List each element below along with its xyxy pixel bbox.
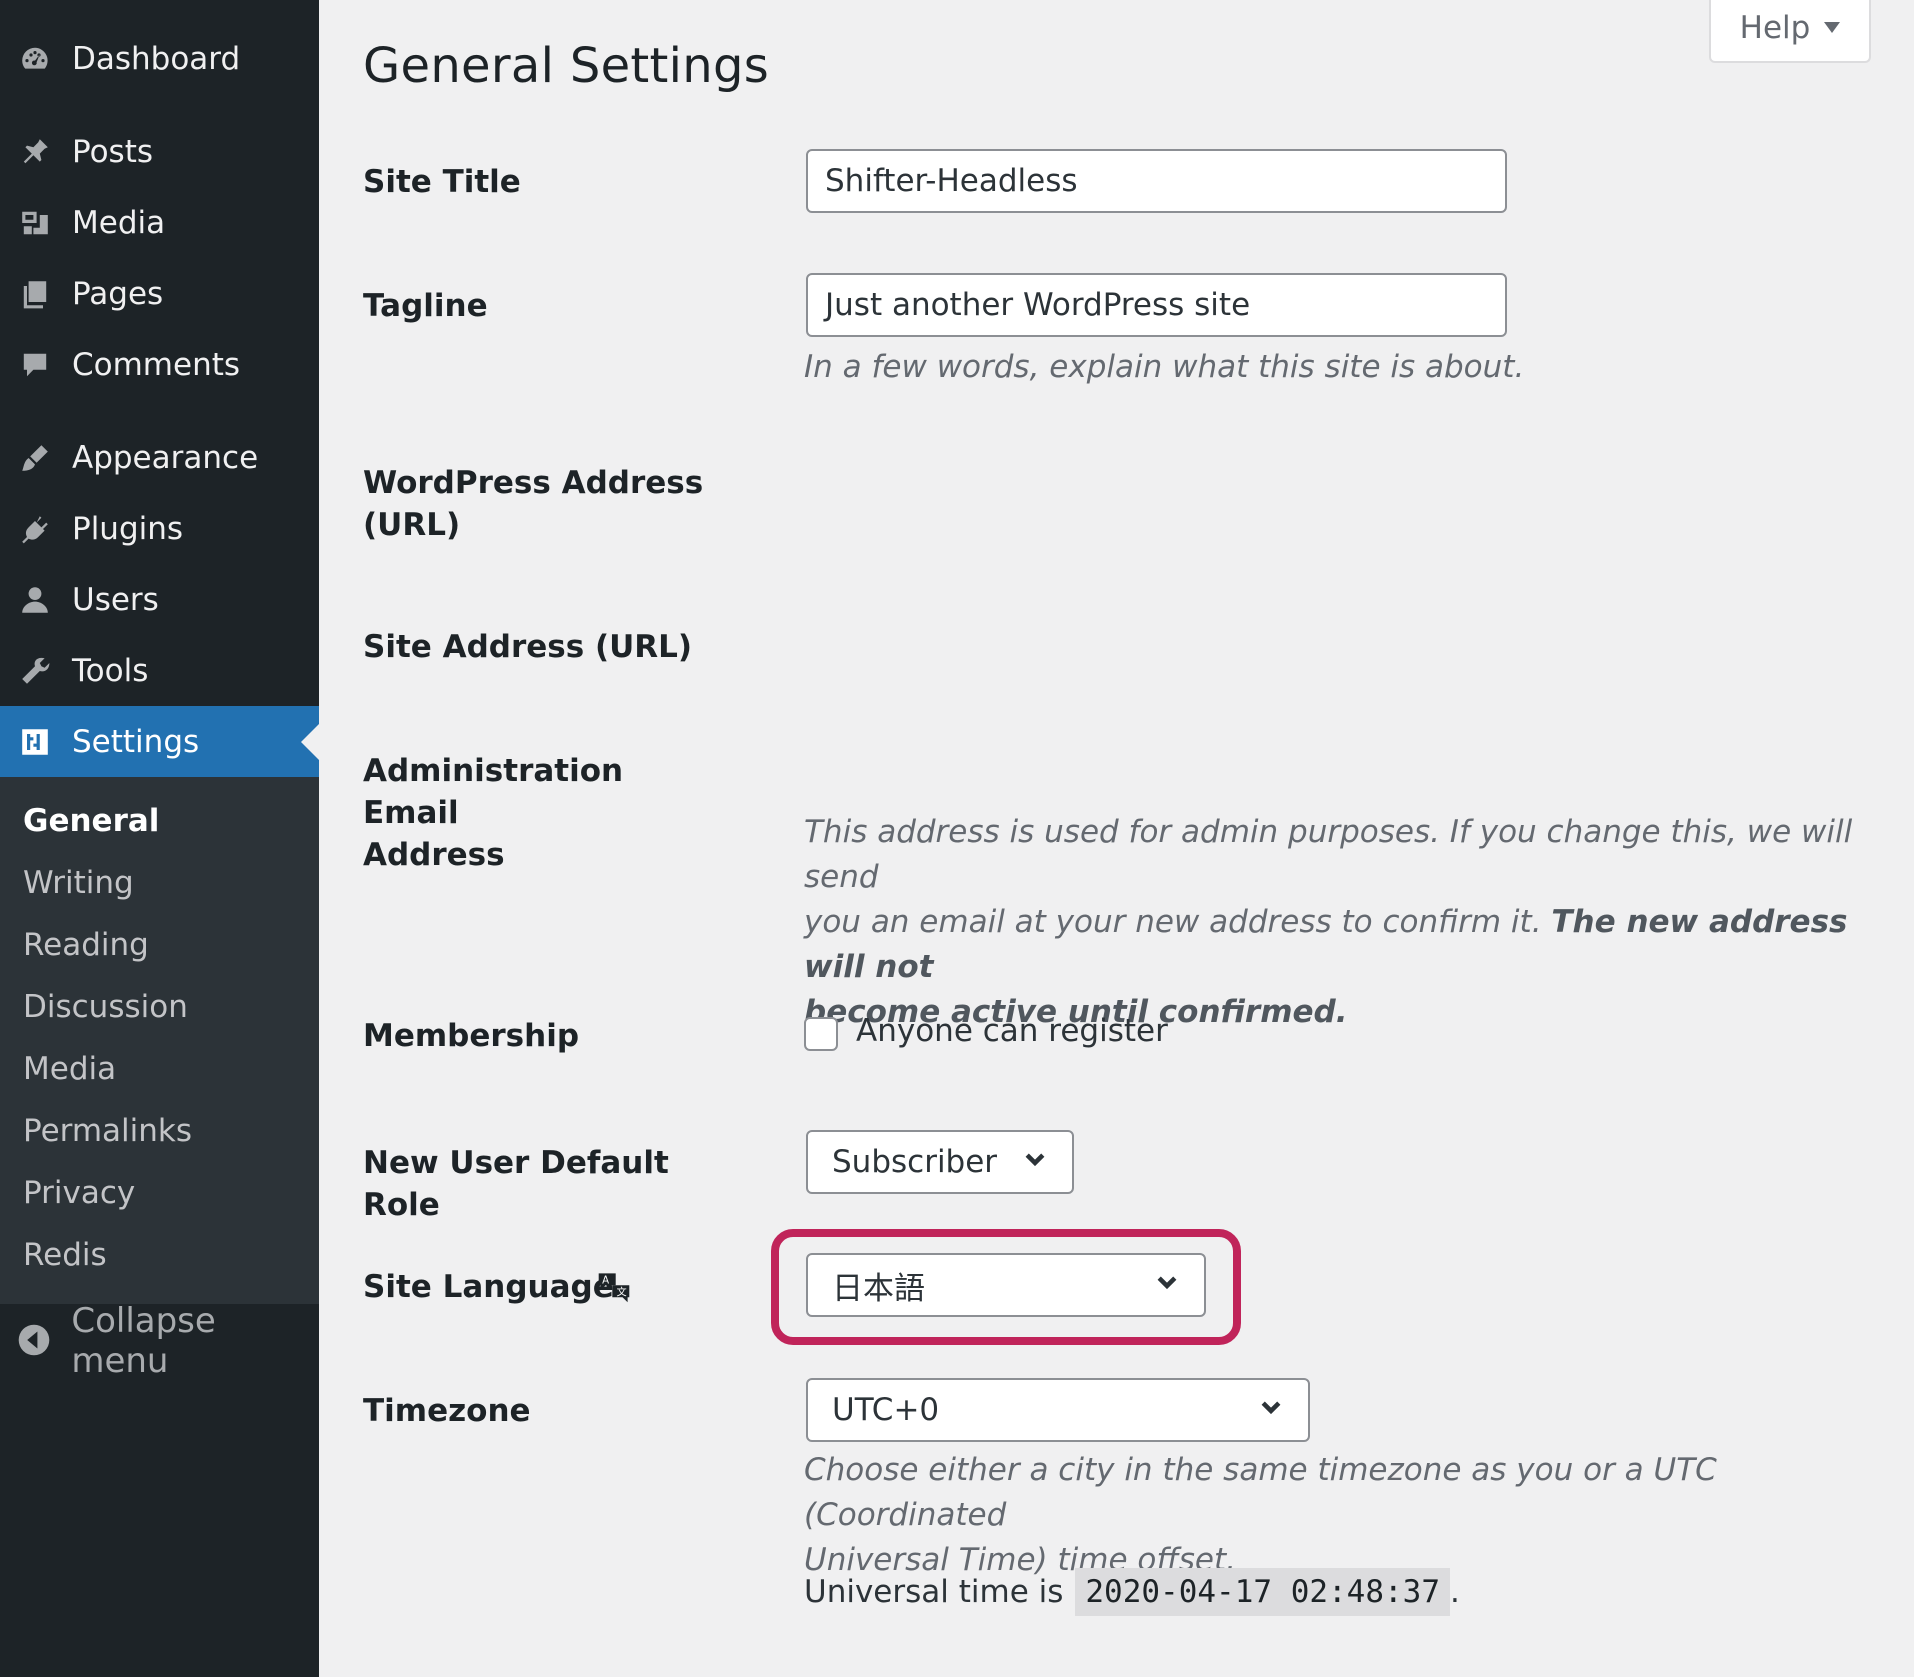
plugin-icon	[17, 511, 53, 547]
admin-email-description: This address is used for admin purposes.…	[804, 810, 1874, 1035]
sidebar-item-label: Pages	[72, 275, 164, 312]
timezone-description-line1: Choose either a city in the same timezon…	[804, 1452, 1717, 1533]
sidebar-item-label: Media	[72, 204, 166, 241]
anyone-can-register-label[interactable]: Anyone can register	[856, 1013, 1168, 1049]
admin-email-description-line1: This address is used for admin purposes.…	[804, 814, 1853, 895]
sidebar-item-label: Comments	[72, 346, 241, 383]
site-language-value: 日本語	[832, 1270, 925, 1307]
translation-icon: A文	[597, 1270, 633, 1306]
site-language-label: Site Language	[363, 1269, 614, 1305]
submenu-item-discussion[interactable]: Discussion	[23, 989, 188, 1025]
page-title: General Settings	[363, 38, 770, 94]
submenu-item-redis[interactable]: Redis	[23, 1237, 107, 1273]
admin-email-label-line1: Administration Email	[363, 753, 624, 831]
anyone-can-register-checkbox[interactable]	[804, 1017, 838, 1051]
tagline-label: Tagline	[363, 288, 488, 324]
default-role-select[interactable]: Subscriber	[806, 1130, 1074, 1194]
collapse-menu-button[interactable]: Collapse menu	[0, 1301, 319, 1381]
tagline-input[interactable]: Just another WordPress site	[806, 273, 1507, 337]
sidebar-item-label: Dashboard	[72, 40, 241, 77]
sidebar-item-users[interactable]: Users	[0, 564, 319, 635]
sidebar-item-comments[interactable]: Comments	[0, 329, 319, 400]
admin-email-label-line2: Address	[363, 837, 505, 873]
sidebar-item-appearance[interactable]: Appearance	[0, 422, 319, 493]
sidebar-item-dashboard[interactable]: Dashboard	[0, 23, 319, 94]
timezone-label: Timezone	[363, 1393, 531, 1429]
wordpress-address-label-line1: WordPress Address	[363, 465, 704, 501]
pages-icon	[17, 276, 53, 312]
membership-label: Membership	[363, 1018, 580, 1054]
sidebar-item-label: Users	[72, 581, 159, 618]
collapse-arrow-icon	[17, 1323, 52, 1359]
sidebar-item-label: Settings	[72, 723, 200, 760]
admin-email-description-line2a: you an email at your new address to conf…	[804, 904, 1552, 940]
media-icon	[17, 205, 53, 241]
collapse-menu-label: Collapse menu	[71, 1301, 216, 1381]
wordpress-address-label-line2: (URL)	[363, 507, 461, 543]
svg-text:A: A	[602, 1276, 609, 1287]
timezone-select[interactable]: UTC+0	[806, 1378, 1310, 1442]
universal-time-suffix: .	[1450, 1574, 1460, 1610]
user-icon	[17, 582, 53, 618]
tagline-description: In a few words, explain what this site i…	[804, 349, 1525, 385]
chevron-down-icon	[1022, 1144, 1048, 1180]
site-language-select[interactable]: 日本語	[806, 1253, 1206, 1317]
timezone-value: UTC+0	[832, 1392, 940, 1428]
dashboard-icon	[17, 41, 53, 77]
sidebar-item-label: Posts	[72, 133, 154, 170]
help-label: Help	[1739, 9, 1811, 46]
timezone-description: Choose either a city in the same timezon…	[804, 1448, 1874, 1583]
universal-time-value: 2020-04-17 02:48:37	[1075, 1568, 1450, 1616]
help-button[interactable]: Help	[1709, 0, 1871, 63]
default-role-value: Subscriber	[832, 1144, 998, 1180]
sidebar-item-plugins[interactable]: Plugins	[0, 493, 319, 564]
submenu-item-privacy[interactable]: Privacy	[23, 1175, 135, 1211]
admin-email-label: Administration Email Address	[363, 750, 723, 876]
comment-icon	[17, 347, 53, 383]
site-address-label: Site Address (URL)	[363, 629, 693, 665]
wordpress-address-label: WordPress Address (URL)	[363, 462, 723, 546]
pin-icon	[17, 134, 53, 170]
sidebar-item-label: Plugins	[72, 510, 184, 547]
brush-icon	[17, 440, 53, 476]
submenu-item-media[interactable]: Media	[23, 1051, 116, 1087]
sidebar-item-label: Tools	[72, 652, 149, 689]
sidebar-item-tools[interactable]: Tools	[0, 635, 319, 706]
site-title-label: Site Title	[363, 164, 521, 200]
chevron-down-icon	[1154, 1267, 1180, 1303]
caret-down-icon	[1824, 22, 1841, 33]
submenu-item-writing[interactable]: Writing	[23, 865, 134, 901]
site-title-input[interactable]: Shifter-Headless	[806, 149, 1507, 213]
submenu-item-reading[interactable]: Reading	[23, 927, 149, 963]
current-indicator-arrow	[301, 724, 319, 760]
admin-sidebar: Dashboard Posts Media Pages Comments App…	[0, 0, 319, 1677]
sidebar-item-media[interactable]: Media	[0, 187, 319, 258]
chevron-down-icon	[1258, 1392, 1284, 1428]
settings-submenu: General Writing Reading Discussion Media…	[0, 777, 319, 1304]
settings-icon	[17, 724, 53, 760]
submenu-item-general[interactable]: General	[23, 803, 159, 839]
wrench-icon	[17, 653, 53, 689]
sidebar-item-pages[interactable]: Pages	[0, 258, 319, 329]
universal-time-prefix: Universal time is	[804, 1574, 1064, 1610]
svg-text:文: 文	[617, 1286, 627, 1299]
sidebar-item-settings[interactable]: Settings	[0, 706, 319, 777]
default-role-label: New User Default Role	[363, 1145, 669, 1223]
universal-time-line: Universal time is 2020-04-17 02:48:37 .	[804, 1568, 1460, 1616]
submenu-item-permalinks[interactable]: Permalinks	[23, 1113, 192, 1149]
sidebar-item-label: Appearance	[72, 439, 259, 476]
sidebar-item-posts[interactable]: Posts	[0, 116, 319, 187]
